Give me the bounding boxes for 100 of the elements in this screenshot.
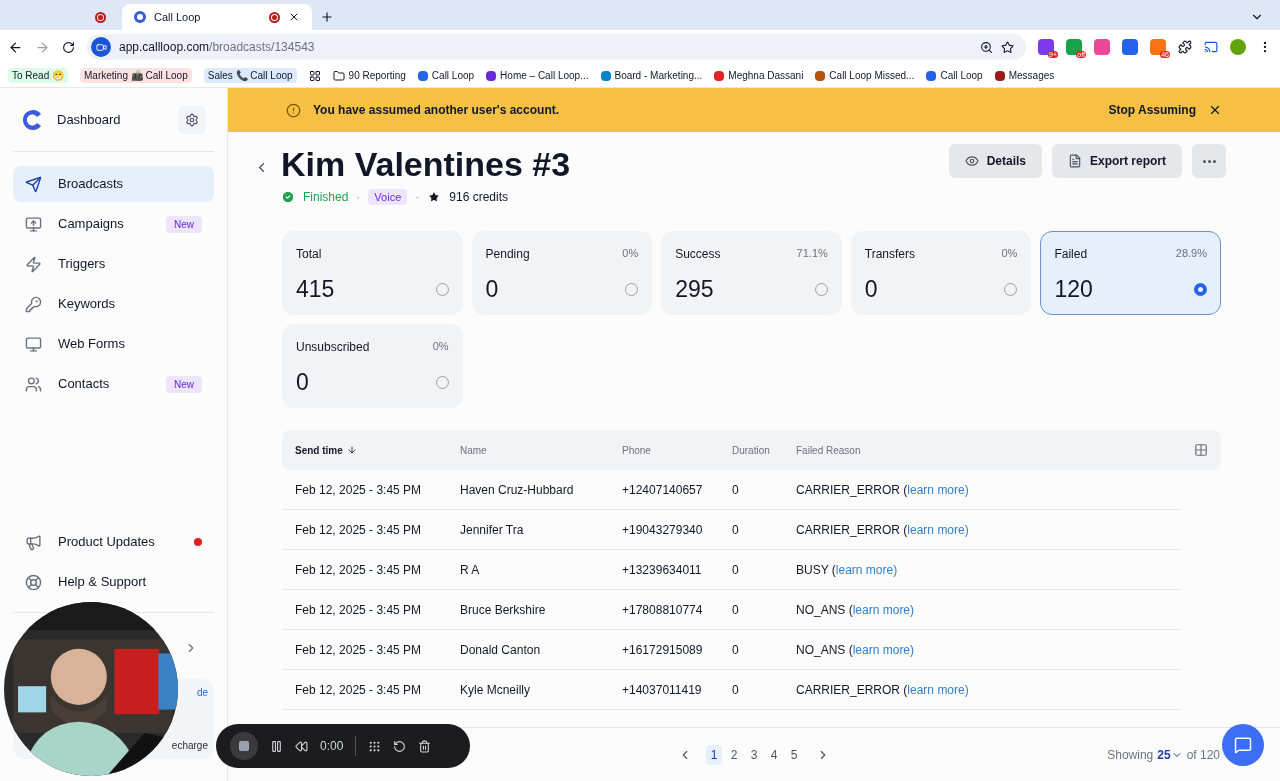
page-size-select[interactable]: 25 — [1157, 745, 1183, 764]
column-header[interactable]: Phone — [622, 442, 732, 458]
learn-more-link[interactable]: learn more) — [907, 522, 969, 537]
key-icon — [25, 295, 42, 313]
star-icon — [427, 190, 442, 204]
table-cell-text: Feb 12, 2025 - 3:45 PM — [295, 561, 423, 579]
zoom-icon[interactable] — [980, 40, 993, 54]
bookmark-link[interactable]: Board - Marketing... — [614, 68, 703, 83]
page-title: Kim Valentines #3 — [281, 144, 572, 184]
bookmark-link[interactable]: Home – Call Loop... — [500, 68, 589, 83]
recharge-button[interactable]: echarge — [171, 738, 208, 753]
sidebar-item[interactable]: Web Forms — [13, 326, 214, 362]
learn-more-link[interactable]: learn more) — [907, 682, 969, 697]
stat-card[interactable]: Success 71.1% 295 — [661, 231, 842, 315]
page-number[interactable]: 4 — [766, 744, 782, 765]
page-number[interactable]: 1 — [706, 744, 722, 765]
banner-message: You have assumed another user's account. — [313, 102, 561, 119]
back-icon[interactable] — [8, 39, 23, 55]
stat-percent: 0% — [622, 246, 639, 261]
column-header[interactable]: Failed Reason — [796, 442, 1194, 458]
bookmark-chip[interactable]: Marketing 📠 Call Loop — [80, 68, 192, 83]
star-icon[interactable] — [1001, 40, 1014, 54]
grid-icon[interactable] — [368, 739, 382, 753]
sidebar-item[interactable]: Triggers — [13, 246, 214, 282]
stat-card[interactable]: Total 415 — [282, 231, 463, 315]
forward-icon[interactable] — [35, 39, 50, 55]
bookmark-link[interactable]: Call Loop — [431, 68, 475, 83]
sidebar-item[interactable]: Keywords — [13, 286, 214, 322]
table-cell-text: R A — [460, 561, 481, 579]
stat-card[interactable]: Pending 0% 0 — [471, 231, 653, 315]
chat-button[interactable] — [1222, 724, 1264, 766]
table-cell-text: Donald Canton — [460, 641, 542, 659]
table-cell-text: NO_ANS (learn more) — [796, 641, 916, 659]
table-cell-text: Jennifer Tra — [460, 521, 525, 539]
columns-icon[interactable] — [1194, 443, 1208, 457]
learn-more-link[interactable]: learn more) — [835, 562, 898, 577]
extension-icon[interactable] — [1122, 39, 1138, 55]
rewind-icon[interactable] — [295, 739, 308, 753]
column-header[interactable]: Duration — [732, 442, 796, 458]
page-number[interactable]: 2 — [726, 744, 742, 765]
table-cell-text: 0 — [732, 641, 740, 659]
table-cell-text: Feb 12, 2025 - 3:45 PM — [295, 601, 423, 619]
stat-card[interactable]: Failed 28.9% 120 — [1040, 231, 1221, 315]
bookmark-link[interactable]: Call Loop Missed... — [829, 68, 915, 83]
bookmark-link[interactable]: 90 Reporting — [348, 68, 406, 83]
pause-icon[interactable] — [270, 739, 283, 753]
users-icon — [25, 375, 42, 393]
bookmark-link[interactable]: Meghna Dassani — [728, 68, 804, 83]
profile-avatar[interactable] — [1230, 39, 1246, 55]
column-header[interactable]: Send time — [295, 442, 460, 458]
sidebar-item[interactable]: Product Updates — [13, 524, 214, 560]
video-icon — [91, 37, 111, 57]
trash-icon[interactable] — [418, 739, 432, 753]
sidebar-item[interactable]: Broadcasts — [13, 166, 214, 202]
showing-label: Showing — [1107, 746, 1154, 764]
bookmark-chip[interactable]: To Read 😁 — [8, 68, 69, 83]
close-icon[interactable] — [288, 11, 300, 23]
restart-icon[interactable] — [393, 739, 407, 753]
new-tab-icon[interactable] — [320, 10, 334, 24]
table-cell-text: 0 — [732, 681, 740, 699]
extensions-icon[interactable] — [1178, 40, 1192, 54]
bookmark-link[interactable]: Call Loop — [940, 68, 983, 83]
cast-icon[interactable] — [1204, 40, 1218, 54]
settings-button[interactable] — [178, 105, 206, 134]
sort-arrow-icon — [346, 445, 357, 455]
sidebar-item[interactable]: Help & Support — [13, 564, 214, 600]
page-number[interactable]: 5 — [786, 744, 802, 765]
column-header[interactable]: Name — [460, 442, 622, 458]
apps-icon[interactable] — [308, 69, 321, 82]
separator-dot: · — [356, 189, 361, 206]
export-button[interactable]: Export report — [1052, 144, 1182, 178]
sidebar-item[interactable]: Contacts New — [13, 366, 214, 402]
dashboard-link[interactable]: Dashboard — [57, 109, 166, 130]
address-bar[interactable]: app.callloop.com/broadcasts/134543 — [87, 34, 1026, 60]
table-cell-text: Feb 12, 2025 - 3:45 PM — [295, 641, 423, 659]
stop-assuming-link[interactable]: Stop Assuming — [1108, 101, 1196, 119]
browser-tab[interactable]: Call Loop — [122, 4, 312, 30]
stat-value: 295 — [675, 278, 714, 301]
bookmark-link[interactable]: Messages — [1008, 68, 1055, 83]
table-cell-text: CARRIER_ERROR (learn more) — [796, 521, 970, 539]
learn-more-link[interactable]: learn more) — [852, 642, 915, 657]
sidebar-item[interactable]: Campaigns New — [13, 206, 214, 242]
bookmark-chip[interactable]: Sales 📞 Call Loop — [203, 68, 297, 83]
stat-percent: 0% — [432, 339, 449, 354]
stat-card[interactable]: Transfers 0% 0 — [850, 231, 1032, 315]
table-cell-text: Feb 12, 2025 - 3:45 PM — [295, 521, 423, 539]
stop-button[interactable] — [230, 732, 258, 760]
page-number[interactable]: 3 — [746, 744, 762, 765]
table-cell-text: Bruce Berkshire — [460, 601, 547, 619]
learn-more-link[interactable]: learn more) — [907, 482, 969, 497]
stat-label: Total — [296, 246, 322, 263]
alert-icon — [286, 102, 301, 118]
table-cell-text: 0 — [732, 601, 740, 619]
details-button[interactable]: Details — [948, 144, 1042, 178]
card-link[interactable]: de — [196, 685, 208, 700]
reload-icon[interactable] — [62, 40, 75, 54]
close-icon[interactable] — [1208, 103, 1222, 117]
stat-card[interactable]: Unsubscribed 0% 0 — [282, 324, 463, 408]
new-badge: New — [166, 375, 202, 393]
learn-more-link[interactable]: learn more) — [852, 602, 915, 617]
